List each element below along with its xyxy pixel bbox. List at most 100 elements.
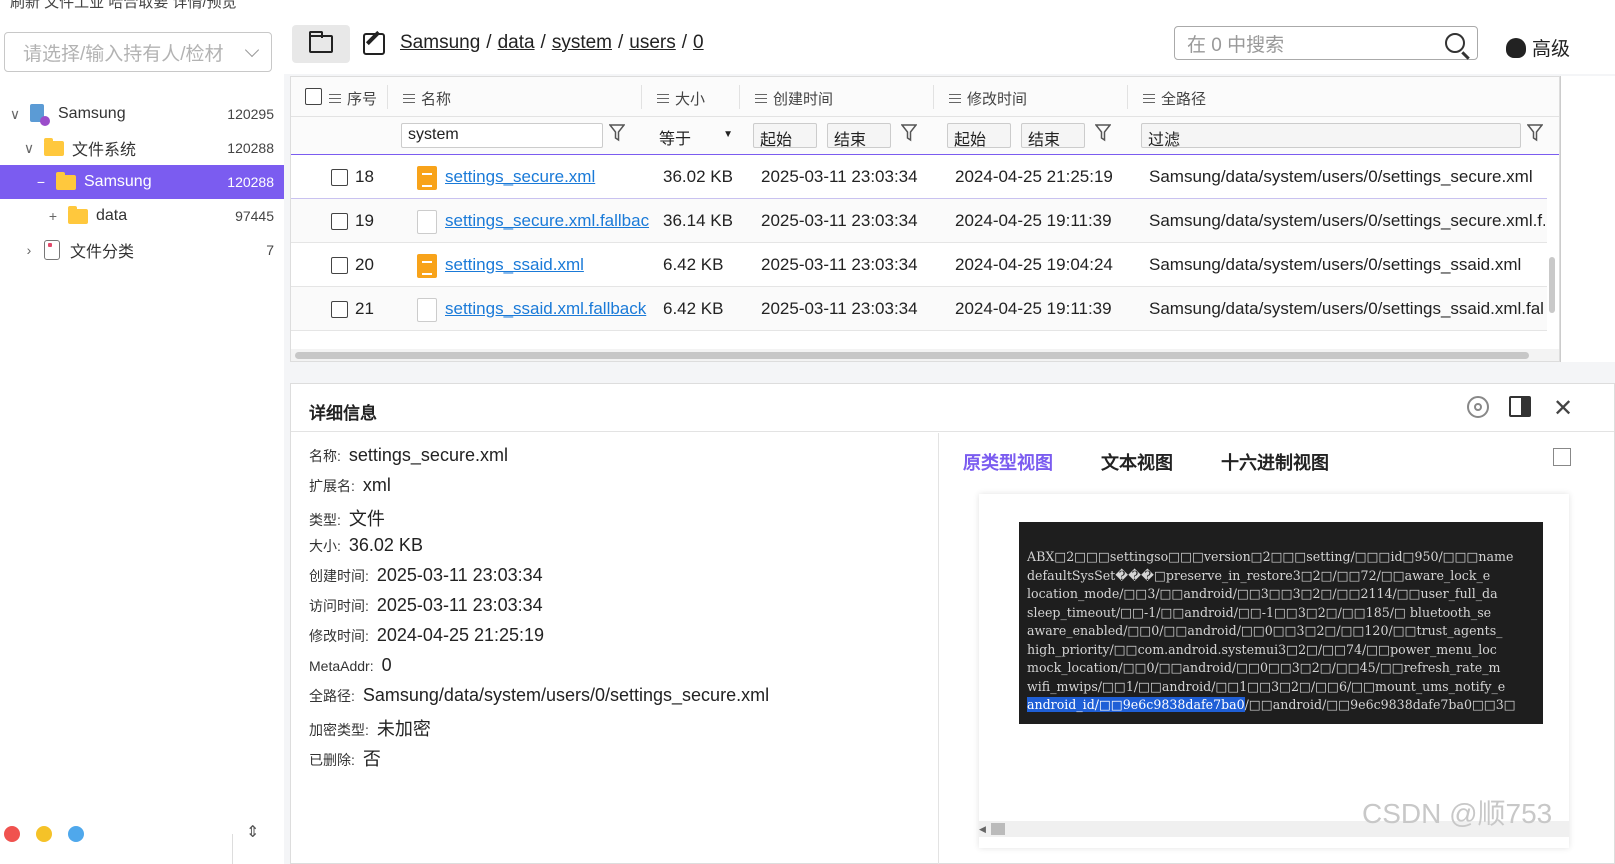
row-checkbox[interactable] [331,257,348,274]
property-list: 名称: settings_secure.xml 扩展名: xml 类型: 文件 大小:… [291,433,939,864]
breadcrumb-item[interactable]: data [498,32,535,54]
filter-icon[interactable] [609,124,625,142]
tree-node-samsung-folder[interactable]: − Samsung 120288 [0,165,284,199]
tree-node-samsung-device[interactable]: ∨ Samsung 120295 [0,97,284,131]
gear-icon[interactable] [1467,396,1489,418]
vertical-scrollbar[interactable] [1549,257,1555,313]
cell-name[interactable]: settings_secure.xml [445,167,649,187]
tree-node-file-category[interactable]: › 文件分类 7 [0,233,284,267]
col-header-path[interactable]: 全路径 [1143,88,1206,109]
cell-created: 2025-03-11 23:03:34 [761,255,918,274]
chevron-down-icon [244,42,260,57]
col-header-size[interactable]: 大小 [657,88,705,109]
created-start-input[interactable]: 起始 [753,123,817,148]
file-link[interactable]: settings_ssaid.xml [445,255,584,274]
search-placeholder: 在 0 中搜索 [1187,34,1285,56]
cell-name[interactable]: settings_ssaid.xml.fallback [445,299,649,319]
column-menu-icon [949,94,961,103]
tree-node-count: 120295 [227,106,274,122]
chevron-down-icon[interactable]: ∨ [8,106,22,123]
expand-plus-icon[interactable]: + [46,208,60,224]
cell-no: 21 [355,299,374,318]
prop-name: 名称: settings_secure.xml [309,445,508,465]
folder-icon [56,171,76,190]
horizontal-scrollbar[interactable] [291,349,1559,361]
cell-name[interactable]: settings_secure.xml.fallback [445,211,649,231]
advanced-search-button[interactable]: 高级 [1506,34,1570,61]
row-checkbox[interactable] [331,301,348,318]
column-menu-icon [403,94,415,103]
tree-node-data[interactable]: + data 97445 [0,199,284,233]
modified-end-input[interactable]: 结束 [1021,123,1085,148]
created-end-input[interactable]: 结束 [827,123,891,148]
tab-hex-view[interactable]: 十六进制视图 [1221,449,1329,475]
tab-native-view[interactable]: 原类型视图 [963,449,1053,475]
open-folder-button[interactable] [292,25,350,63]
collapse-all-icon[interactable]: ⇕ [246,822,259,842]
table-row[interactable]: 21 settings_ssaid.xml.fallback 6.42 KB 2… [291,287,1547,331]
popout-icon[interactable] [1553,448,1571,466]
cell-size: 6.42 KB [663,299,724,318]
chevron-down-icon[interactable]: ∨ [22,140,36,157]
window-dots [0,826,84,842]
cell-modified: 2024-04-25 19:11:39 [955,299,1112,318]
owner-select-placeholder: 请选择/输入持有人/检材 [23,43,224,65]
table-row[interactable]: 20 settings_ssaid.xml 6.42 KB 2025-03-11… [291,243,1547,287]
filter-icon[interactable] [1527,124,1543,142]
blank-file-icon [417,298,437,322]
red-dot[interactable] [4,826,20,842]
table-row[interactable]: 18 settings_secure.xml 36.02 KB 2025-03-… [291,155,1547,199]
row-checkbox[interactable] [331,169,348,186]
file-preview: ABX□2□□□settingso□□□version□2□□□setting/… [1019,522,1543,724]
path-filter-input[interactable]: 过滤 [1141,123,1521,148]
blue-dot[interactable] [68,826,84,842]
search-icon[interactable] [1445,33,1465,53]
file-link[interactable]: settings_ssaid.xml.fallback [445,299,646,318]
table-row[interactable]: 19 settings_secure.xml.fallback 36.14 KB… [291,199,1547,243]
col-header-no[interactable]: 序号 [329,88,377,109]
tree-node-count: 7 [266,242,274,258]
preview-text: ABX□2□□□settingso□□□version□2□□□setting/… [1027,549,1516,712]
close-icon[interactable]: ✕ [1553,394,1573,423]
name-filter-input[interactable]: system [401,123,603,148]
scrollbar-thumb[interactable] [991,823,1005,835]
cell-name[interactable]: settings_ssaid.xml [445,255,649,275]
owner-select[interactable]: 请选择/输入持有人/检材 [4,32,272,72]
prop-fullpath: 全路径: Samsung/data/system/users/0/settings… [309,685,770,705]
filter-icon[interactable] [1095,124,1111,142]
blank-file-icon [417,210,437,234]
cell-size: 36.02 KB [663,167,733,186]
scrollbar-thumb[interactable] [295,352,1529,359]
col-header-name[interactable]: 名称 [403,88,451,109]
col-header-created[interactable]: 创建时间 [755,88,833,109]
cell-modified: 2024-04-25 19:04:24 [955,255,1113,274]
breadcrumb-item[interactable]: users [629,32,675,54]
edit-icon[interactable] [363,33,385,55]
file-link[interactable]: settings_secure.xml.fallback [445,211,649,230]
size-operator-select[interactable]: 等于 ▼ [653,123,737,148]
collapse-minus-icon[interactable]: − [34,174,48,190]
breadcrumb-item[interactable]: Samsung [400,32,480,54]
tree-node-count: 120288 [227,140,274,156]
tab-text-view[interactable]: 文本视图 [1101,449,1173,475]
chevron-right-icon[interactable]: › [22,242,36,258]
breadcrumb-item[interactable]: system [552,32,612,54]
prop-type: 类型: 文件 [309,509,385,529]
row-checkbox[interactable] [331,213,348,230]
cell-modified: 2024-04-25 19:11:39 [955,211,1112,230]
search-input[interactable]: 在 0 中搜索 [1174,26,1478,60]
folder-icon [44,137,64,156]
app-window: 刷新 文件工业 哈合取要 详情/预览 请选择/输入持有人/检材 ∨ Samsun… [0,0,1615,864]
select-all-checkbox[interactable] [305,88,322,105]
filter-icon[interactable] [901,124,917,142]
breadcrumb-item[interactable]: 0 [693,32,704,54]
tree-node-filesystem[interactable]: ∨ 文件系统 120288 [0,131,284,165]
col-header-modified[interactable]: 修改时间 [949,88,1027,109]
yellow-dot[interactable] [36,826,52,842]
column-menu-icon [755,94,767,103]
modified-start-input[interactable]: 起始 [947,123,1011,148]
file-link[interactable]: settings_secure.xml [445,167,595,186]
file-table: 序号 名称 大小 创建时间 修改时间 全路径 system 等于 ▼ 起始 结束 … [290,76,1560,362]
cell-no: 19 [355,211,374,230]
split-view-icon[interactable] [1509,396,1531,417]
